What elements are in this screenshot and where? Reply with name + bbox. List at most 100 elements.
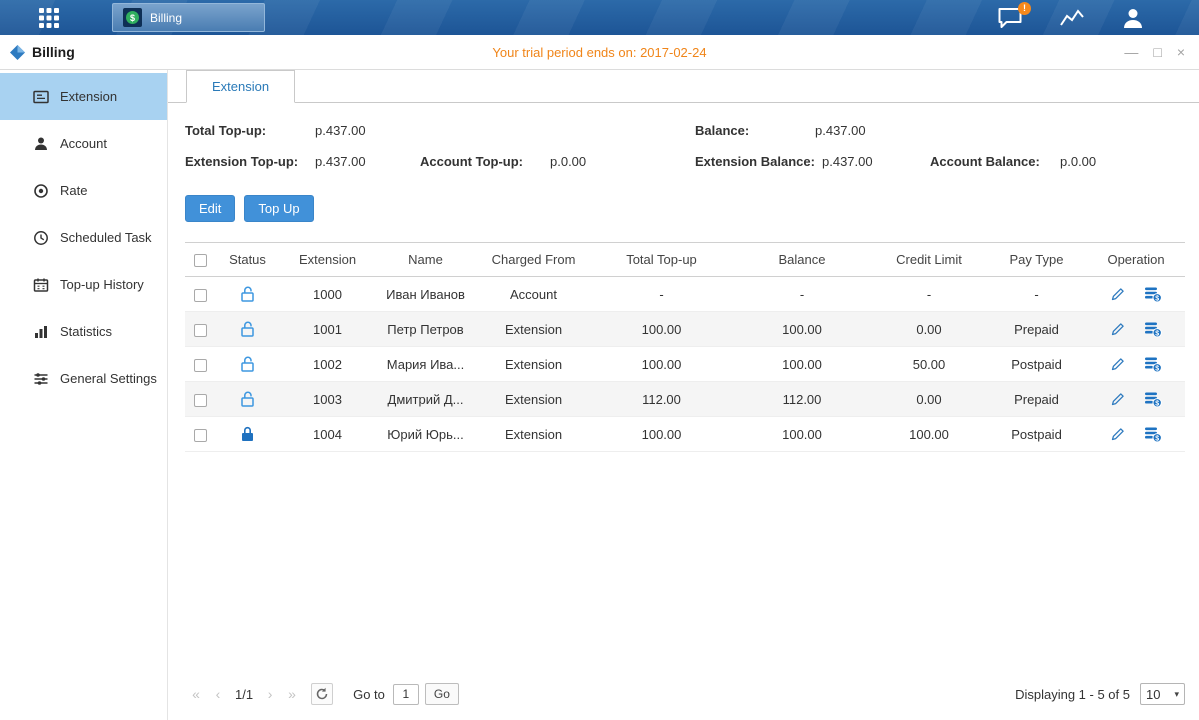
page-size-select[interactable]: 10 ▾ (1140, 683, 1185, 705)
topup-records-icon[interactable]: $ (1144, 426, 1162, 443)
col-credit-limit: Credit Limit (872, 243, 986, 277)
topup-records-icon[interactable]: $ (1144, 356, 1162, 373)
cell-charged-from: Extension (476, 382, 591, 417)
goto-label: Go to (353, 687, 385, 702)
taskbar-billing-tab[interactable]: $ Billing (112, 3, 265, 32)
edit-row-icon[interactable] (1110, 356, 1126, 372)
col-balance: Balance (732, 243, 872, 277)
refresh-icon (315, 687, 329, 701)
extension-topup-label: Extension Top-up: (185, 154, 298, 169)
minimize-button[interactable]: — (1124, 45, 1138, 59)
sidebar-item-extension[interactable]: Extension (0, 73, 167, 120)
sidebar-item-general-settings[interactable]: General Settings (0, 355, 167, 402)
cell-extension: 1002 (280, 347, 375, 382)
row-checkbox[interactable] (194, 429, 207, 442)
go-button[interactable]: Go (425, 683, 459, 705)
cell-extension: 1001 (280, 312, 375, 347)
cell-pay-type: - (986, 277, 1087, 312)
window-controls: — □ × (1124, 45, 1185, 59)
cell-total-topup: 112.00 (591, 382, 732, 417)
extension-topup-value: p.437.00 (315, 154, 366, 169)
cell-total-topup: 100.00 (591, 312, 732, 347)
status-lock-icon (239, 320, 256, 335)
window-body: Extension Account Rate Scheduled Task To… (0, 70, 1199, 720)
extension-icon (33, 89, 49, 105)
cell-pay-type: Postpaid (986, 347, 1087, 382)
balance-label: Balance: (695, 123, 749, 138)
cell-total-topup: - (591, 277, 732, 312)
cell-pay-type: Prepaid (986, 382, 1087, 417)
next-page-button[interactable]: › (259, 683, 281, 705)
select-all-header (185, 243, 215, 277)
edit-row-icon[interactable] (1110, 286, 1126, 302)
topup-records-icon[interactable]: $ (1144, 321, 1162, 338)
row-checkbox[interactable] (194, 324, 207, 337)
row-checkbox[interactable] (194, 394, 207, 407)
topup-button[interactable]: Top Up (244, 195, 313, 222)
cell-name: Иван Иванов (375, 277, 476, 312)
prev-page-button[interactable]: ‹ (207, 683, 229, 705)
app-window: $ Billing ! Billing Your trial period en… (0, 0, 1199, 720)
cell-credit-limit: 0.00 (872, 382, 986, 417)
col-total-topup: Total Top-up (591, 243, 732, 277)
messages-icon[interactable]: ! (997, 7, 1023, 29)
sidebar-item-account[interactable]: Account (0, 120, 167, 167)
extension-row[interactable]: 1002 Мария Ива... Extension 100.00 100.0… (185, 347, 1185, 382)
cell-charged-from: Account (476, 277, 591, 312)
goto-page-input[interactable] (393, 684, 419, 705)
summary-section: Total Top-up: p.437.00 Balance: p.437.00… (168, 103, 1199, 181)
close-button[interactable]: × (1177, 45, 1185, 59)
edit-button[interactable]: Edit (185, 195, 235, 222)
edit-row-icon[interactable] (1110, 426, 1126, 442)
taskbar-tab-label: Billing (150, 11, 182, 25)
cell-balance: 100.00 (732, 417, 872, 452)
topup-records-icon[interactable]: $ (1144, 391, 1162, 408)
main-panel: Extension Total Top-up: p.437.00 Balance… (168, 70, 1199, 720)
cell-total-topup: 100.00 (591, 417, 732, 452)
last-page-button[interactable]: » (281, 683, 303, 705)
edit-row-icon[interactable] (1110, 391, 1126, 407)
apps-grid-icon[interactable] (38, 7, 60, 29)
sidebar-item-scheduled-task[interactable]: Scheduled Task (0, 214, 167, 261)
col-pay-type: Pay Type (986, 243, 1087, 277)
maximize-button[interactable]: □ (1153, 45, 1161, 59)
cell-name: Мария Ива... (375, 347, 476, 382)
edit-row-icon[interactable] (1110, 321, 1126, 337)
sidebar-item-topup-history[interactable]: Top-up History (0, 261, 167, 308)
status-lock-icon (239, 355, 256, 370)
extension-row[interactable]: 1001 Петр Петров Extension 100.00 100.00… (185, 312, 1185, 347)
chevron-down-icon: ▾ (1174, 689, 1179, 700)
extension-balance-label: Extension Balance: (695, 154, 815, 169)
extension-row[interactable]: 1003 Дмитрий Д... Extension 112.00 112.0… (185, 382, 1185, 417)
topbar-right-icons: ! (997, 7, 1145, 29)
billing-dollar-icon: $ (123, 8, 142, 27)
sliders-icon (33, 371, 49, 387)
window-title: Billing (32, 44, 75, 60)
tab-extension[interactable]: Extension (186, 70, 295, 103)
extension-row[interactable]: 1000 Иван Иванов Account - - - - (185, 277, 1185, 312)
svg-text:$: $ (1155, 330, 1159, 337)
account-icon (33, 136, 49, 152)
page-size-value: 10 (1146, 687, 1160, 702)
extension-row[interactable]: 1004 Юрий Юрь... Extension 100.00 100.00… (185, 417, 1185, 452)
cell-extension: 1004 (280, 417, 375, 452)
select-all-checkbox[interactable] (194, 254, 207, 267)
sidebar-item-rate[interactable]: Rate (0, 167, 167, 214)
topup-records-icon[interactable]: $ (1144, 286, 1162, 303)
reports-icon[interactable] (1059, 8, 1085, 28)
cell-charged-from: Extension (476, 417, 591, 452)
first-page-button[interactable]: « (185, 683, 207, 705)
svg-text:$: $ (1155, 295, 1159, 302)
total-topup-label: Total Top-up: (185, 123, 266, 138)
extension-table: Status Extension Name Charged From Total… (185, 242, 1185, 452)
cell-credit-limit: 0.00 (872, 312, 986, 347)
sidebar-item-statistics[interactable]: Statistics (0, 308, 167, 355)
row-checkbox[interactable] (194, 289, 207, 302)
clock-icon (33, 230, 49, 246)
row-checkbox[interactable] (194, 359, 207, 372)
refresh-button[interactable] (311, 683, 333, 705)
user-icon[interactable] (1121, 7, 1145, 29)
status-lock-icon (239, 425, 256, 440)
cell-charged-from: Extension (476, 312, 591, 347)
cell-credit-limit: 100.00 (872, 417, 986, 452)
